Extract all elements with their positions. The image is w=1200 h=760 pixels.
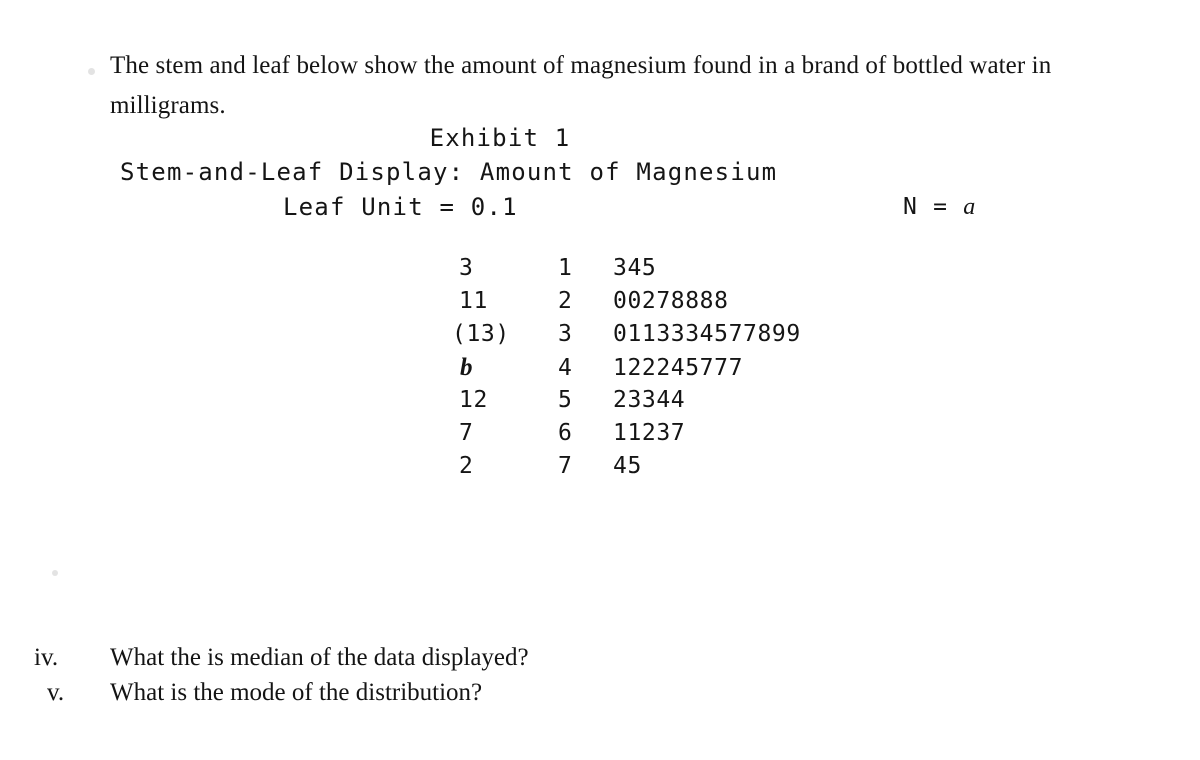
exhibit-title: Exhibit 1 — [429, 124, 571, 152]
stem-value: 6 — [558, 420, 572, 446]
leaf-values: 11237 — [613, 420, 686, 446]
list-item: v. What is the mode of the distribution? — [34, 679, 529, 714]
cumulative-count: 3 — [459, 255, 474, 281]
leaf-values: 45 — [613, 453, 642, 479]
table-row: 11 2 00278888 — [440, 288, 801, 321]
table-row: (13) 3 0113334577899 — [440, 321, 801, 354]
table-row: 3 1 345 — [440, 255, 801, 288]
list-item: iv. What the is median of the data displ… — [34, 644, 529, 679]
stem-value: 4 — [558, 355, 572, 381]
table-row: 12 5 23344 — [440, 387, 801, 420]
question-text: What the is median of the data displayed… — [110, 644, 529, 671]
stem-value: 2 — [558, 288, 572, 314]
leaf-values: 00278888 — [613, 288, 729, 314]
document-page: The stem and leaf below show the amount … — [0, 0, 1200, 760]
stem-value: 1 — [558, 255, 572, 281]
table-row: b 4 122245777 — [440, 354, 801, 387]
stem-value: 3 — [558, 321, 572, 347]
sample-size-label: N = a — [903, 194, 976, 221]
table-row: 7 6 11237 — [440, 420, 801, 453]
stem-value: 7 — [558, 453, 572, 479]
cumulative-count-unknown: b — [460, 354, 474, 381]
leaf-values: 345 — [613, 255, 657, 281]
exhibit-subtitle: Stem-and-Leaf Display: Amount of Magnesi… — [120, 158, 778, 186]
leaf-unit-label: Leaf Unit = 0.1 — [283, 193, 518, 221]
question-number: iv. — [34, 644, 59, 671]
leaf-values: 122245777 — [613, 355, 744, 381]
table-row: 2 7 45 — [440, 453, 801, 486]
scan-artifact-speck — [52, 570, 58, 576]
stem-and-leaf-table: 3 1 345 11 2 00278888 (13) 3 01133345778… — [440, 255, 801, 486]
leaf-values: 0113334577899 — [613, 321, 801, 347]
question-list: iv. What the is median of the data displ… — [34, 644, 529, 714]
n-value: a — [963, 194, 977, 220]
question-text: What is the mode of the distribution? — [110, 679, 483, 706]
scan-artifact-speck — [88, 68, 95, 75]
cumulative-count: 11 — [459, 288, 488, 314]
leaf-values: 23344 — [613, 387, 686, 413]
cumulative-count: 12 — [459, 387, 488, 413]
cumulative-count-median-row: (13) — [452, 321, 510, 347]
n-label: N = — [903, 194, 949, 220]
question-number: v. — [47, 679, 65, 706]
intro-paragraph: The stem and leaf below show the amount … — [110, 52, 1052, 119]
cumulative-count: 7 — [459, 420, 474, 446]
stem-value: 5 — [558, 387, 572, 413]
cumulative-count: 2 — [459, 453, 474, 479]
